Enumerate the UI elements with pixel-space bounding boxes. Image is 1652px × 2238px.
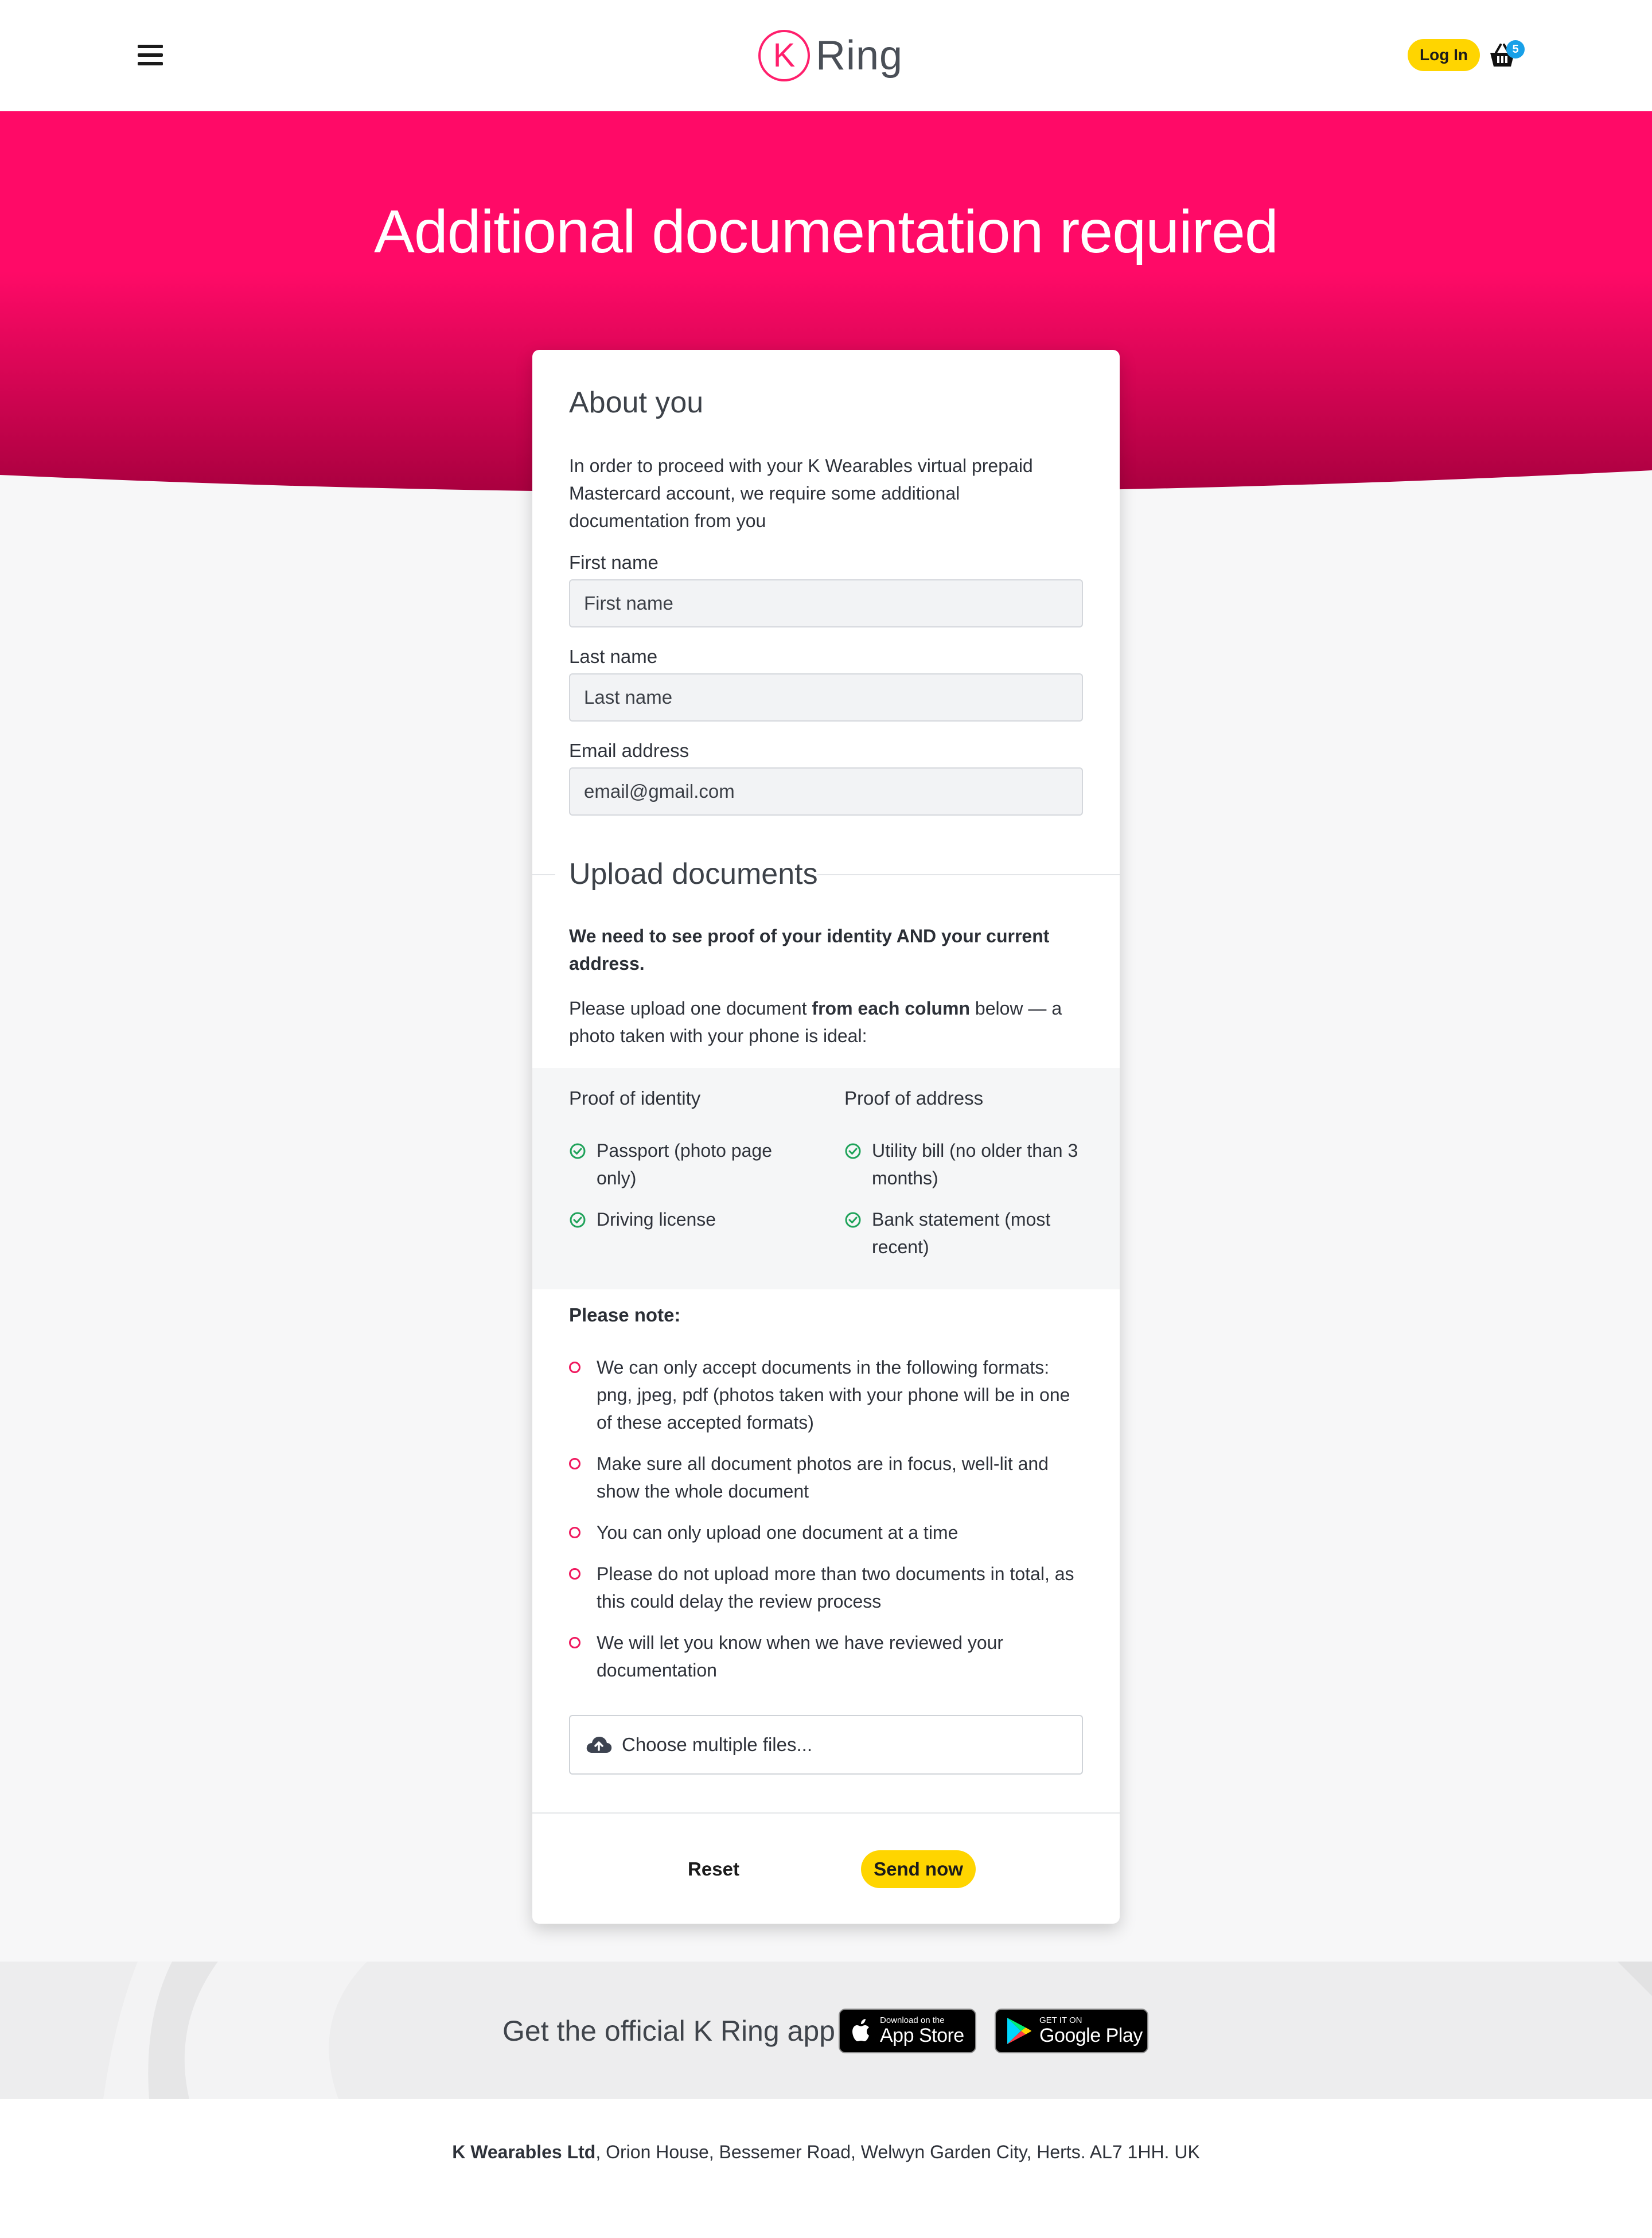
send-now-button[interactable]: Send now (861, 1850, 976, 1888)
app-download-banner: Get the official K Ring app Download on … (0, 1962, 1652, 2099)
google-play-icon (1007, 2018, 1031, 2044)
first-name-label: First name (569, 552, 659, 573)
top-navigation-bar: K Ring Log In 5 (0, 0, 1652, 111)
note-text: Please do not upload more than two docum… (597, 1564, 1074, 1612)
list-item: We will let you know when we have review… (569, 1629, 1083, 1684)
circle-bullet-icon (569, 1568, 580, 1580)
list-item: You can only upload one document at a ti… (569, 1519, 1083, 1546)
check-circle-icon (845, 1143, 861, 1159)
identity-doc-item: Driving license (569, 1206, 810, 1233)
proof-of-address-heading: Proof of address (844, 1087, 984, 1109)
circle-bullet-icon (569, 1458, 580, 1469)
upload-instruction: Please upload one document from each col… (569, 995, 1083, 1050)
note-text: We will let you know when we have review… (597, 1632, 1004, 1681)
app-store-big-text: App Store (880, 2025, 964, 2046)
app-banner-text: Get the official K Ring app (502, 2015, 835, 2047)
address-doc-item: Utility bill (no older than 3 months) (844, 1137, 1085, 1192)
note-text: You can only upload one document at a ti… (597, 1522, 959, 1543)
documentation-form-card: About you In order to proceed with your … (532, 350, 1120, 1924)
about-intro-text: In order to proceed with your K Wearable… (569, 455, 1033, 531)
email-label: Email address (569, 740, 689, 761)
logo-wordmark: Ring (816, 33, 903, 79)
app-store-small-text: Download on the (880, 2015, 945, 2025)
google-play-small-text: GET IT ON (1039, 2015, 1082, 2025)
hamburger-menu-icon[interactable] (138, 45, 163, 65)
last-name-input[interactable] (569, 673, 1083, 722)
section-divider-right (817, 874, 1120, 875)
apple-icon (852, 2019, 869, 2041)
login-button[interactable]: Log In (1408, 39, 1480, 71)
file-upload-picker[interactable]: Choose multiple files... (569, 1715, 1083, 1775)
circle-bullet-icon (569, 1362, 580, 1373)
list-item: Please do not upload more than two docum… (569, 1560, 1083, 1615)
email-input[interactable] (569, 767, 1083, 816)
company-name: K Wearables Ltd (452, 2142, 596, 2162)
section-divider-left (532, 874, 555, 875)
card-footer-divider (532, 1812, 1120, 1814)
company-address: K Wearables Ltd, Orion House, Bessemer R… (0, 2142, 1652, 2163)
page-title: Additional documentation required (374, 198, 1279, 266)
address-doc-label: Utility bill (no older than 3 months) (872, 1140, 1078, 1188)
basket-count-badge: 5 (1506, 40, 1525, 59)
list-item: We can only accept documents in the foll… (569, 1354, 1083, 1436)
last-name-label: Last name (569, 646, 658, 667)
company-address-text: , Orion House, Bessemer Road, Welwyn Gar… (595, 2142, 1200, 2162)
address-doc-item: Bank statement (most recent) (844, 1206, 1085, 1261)
check-circle-icon (570, 1143, 586, 1159)
proof-requirement-statement: We need to see proof of your identity AN… (569, 926, 1050, 974)
note-text: We can only accept documents in the foll… (597, 1357, 1070, 1433)
k-ring-logo[interactable]: K Ring (758, 24, 903, 87)
accepted-documents-panel: Proof of identity Passport (photo page o… (532, 1068, 1120, 1289)
site-footer: K Wearables Ltd, Orion House, Bessemer R… (0, 2099, 1652, 2238)
list-item: Make sure all document photos are in foc… (569, 1450, 1083, 1505)
upload-notes-list: We can only accept documents in the foll… (569, 1354, 1083, 1698)
proof-of-identity-heading: Proof of identity (569, 1087, 701, 1109)
circle-bullet-icon (569, 1637, 580, 1648)
cloud-upload-icon (586, 1737, 612, 1753)
address-doc-label: Bank statement (most recent) (872, 1209, 1051, 1257)
upload-documents-heading: Upload documents (569, 857, 818, 891)
proof-of-address-column: Proof of address Utility bill (no older … (844, 1087, 1085, 1274)
google-play-badge[interactable]: GET IT ON Google Play (995, 2009, 1148, 2053)
first-name-input[interactable] (569, 579, 1083, 627)
reset-button[interactable]: Reset (665, 1850, 762, 1888)
identity-doc-label: Passport (photo page only) (597, 1140, 772, 1188)
app-store-badge[interactable]: Download on the App Store (839, 2009, 976, 2053)
file-picker-label: Choose multiple files... (622, 1734, 812, 1755)
proof-of-identity-column: Proof of identity Passport (photo page o… (569, 1087, 810, 1247)
check-circle-icon (845, 1212, 861, 1228)
identity-doc-item: Passport (photo page only) (569, 1137, 810, 1192)
note-text: Make sure all document photos are in foc… (597, 1453, 1049, 1502)
logo-k-circle: K (758, 30, 810, 81)
circle-bullet-icon (569, 1527, 580, 1538)
please-note-heading: Please note: (569, 1304, 681, 1325)
about-you-heading: About you (569, 386, 704, 419)
check-circle-icon (570, 1212, 586, 1228)
google-play-big-text: Google Play (1039, 2025, 1143, 2046)
instruction-text-start: Please upload one document (569, 998, 812, 1019)
identity-doc-label: Driving license (597, 1209, 716, 1230)
instruction-text-emphasis: from each column (812, 998, 971, 1019)
